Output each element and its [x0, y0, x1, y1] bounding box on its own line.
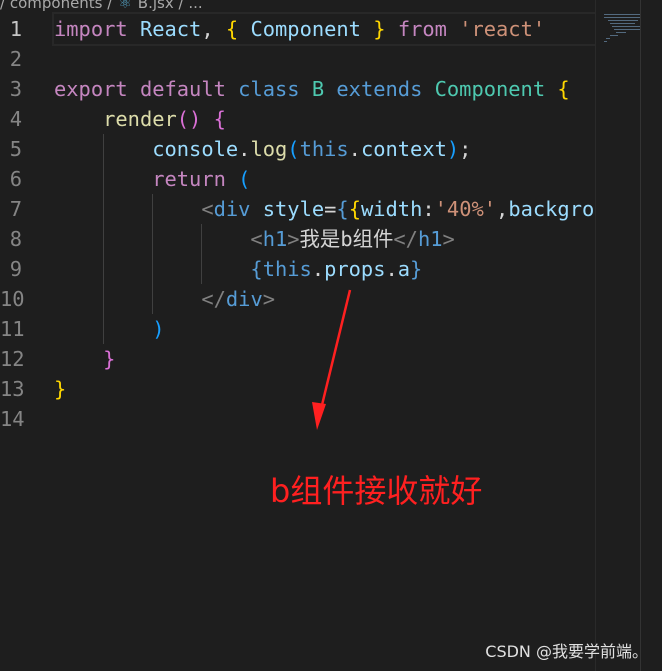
annotation-arrow [312, 289, 352, 430]
annotation-text: b组件接收就好 [270, 472, 483, 510]
watermark: CSDN @我要学前端。 [485, 642, 648, 661]
